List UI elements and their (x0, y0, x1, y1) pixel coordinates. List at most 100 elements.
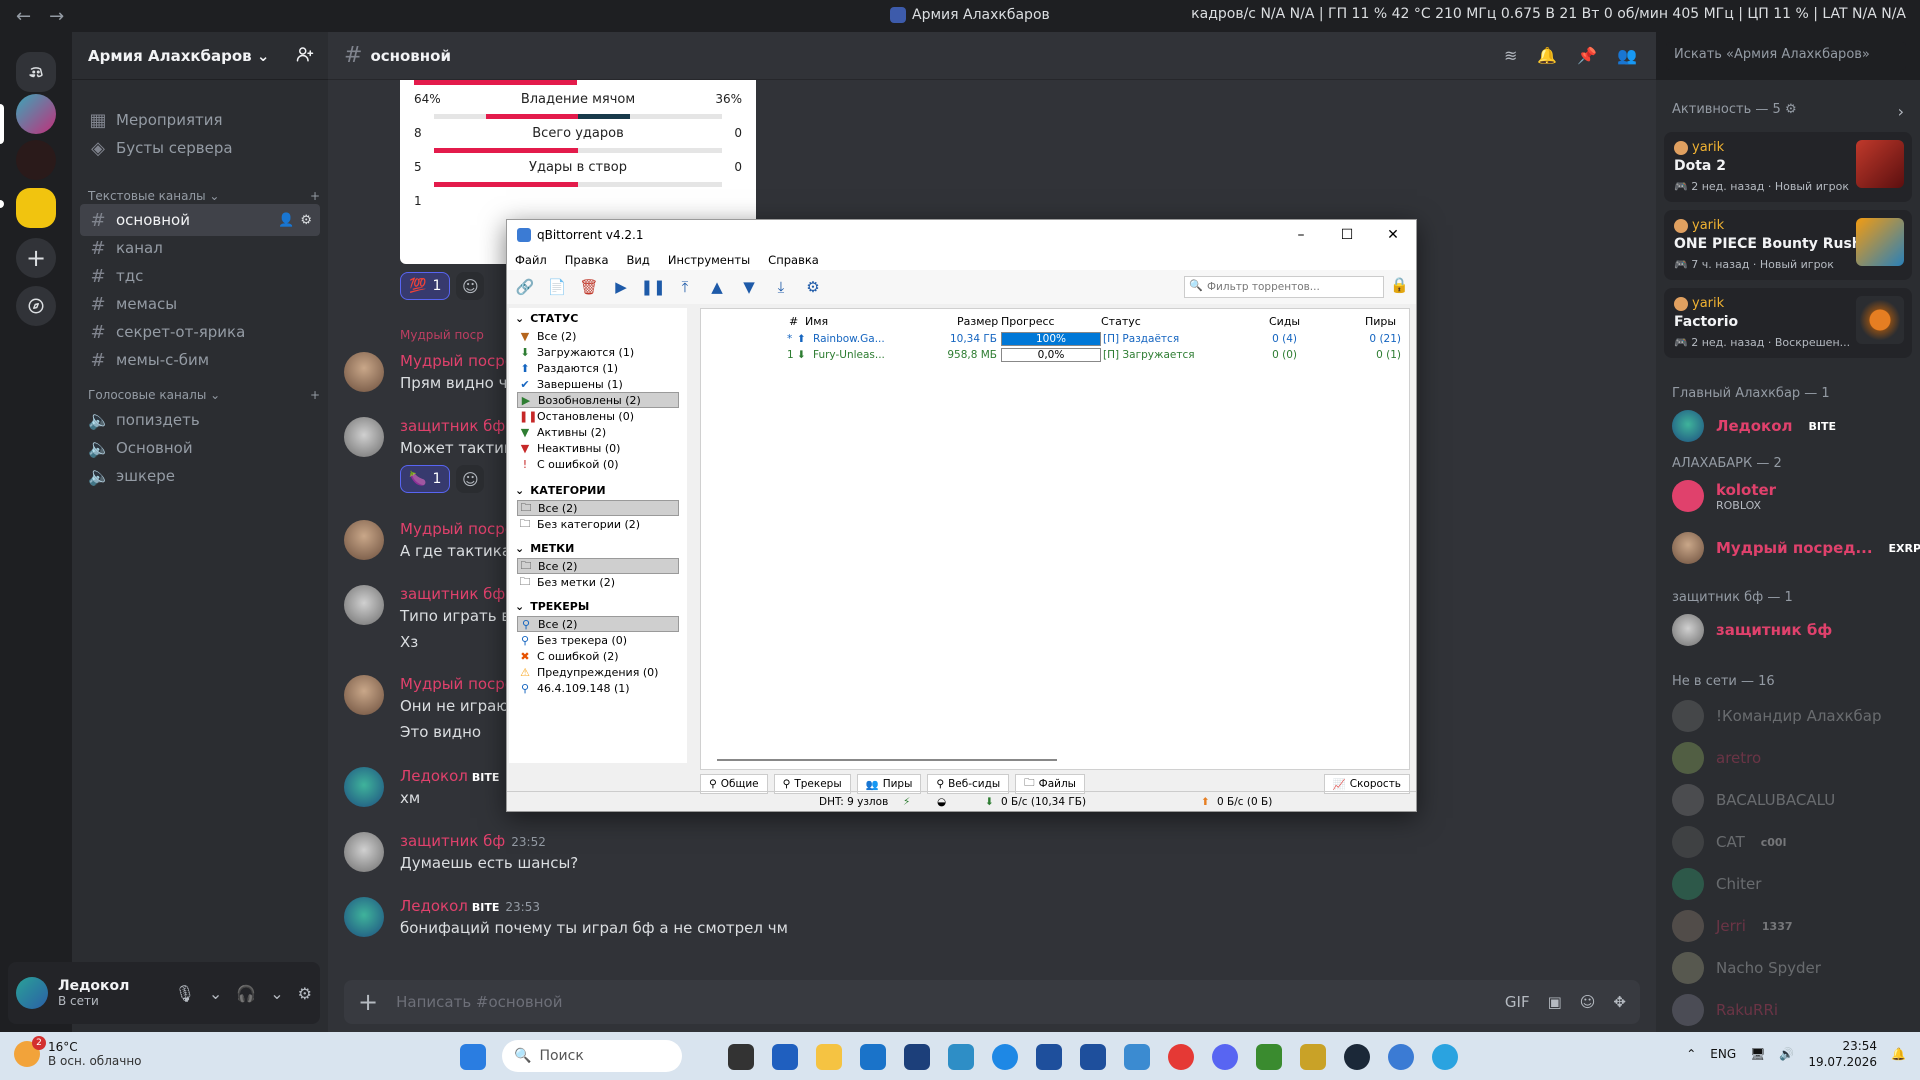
move-top-icon[interactable]: ⤒ (675, 277, 695, 297)
horizontal-scrollbar[interactable] (717, 759, 1057, 761)
apps-icon[interactable]: ✥ (1613, 993, 1626, 1011)
maximize-icon[interactable]: ☐ (1324, 220, 1370, 250)
qbt-titlebar[interactable]: qBittorrent v4.2.1 – ☐ ✕ (507, 220, 1416, 250)
server-header[interactable]: Армия Алахкбаров ⌄ (72, 32, 328, 80)
add-torrent-file-icon[interactable]: 📄 (547, 277, 567, 297)
column-header-num[interactable]: # (789, 315, 798, 328)
attach-plus-icon[interactable]: + (358, 988, 378, 1016)
steam-icon[interactable] (1344, 1044, 1370, 1070)
column-header-size[interactable]: Размер (957, 315, 998, 328)
avatar[interactable] (344, 675, 384, 715)
search-input[interactable]: Искать «Армия Алахкбаров» (1666, 42, 1906, 70)
column-header-seeds[interactable]: Сиды (1269, 315, 1300, 328)
add-link-icon[interactable]: 🔗 (515, 277, 535, 297)
bell-icon[interactable]: 🔔 (1537, 46, 1557, 65)
lock-icon[interactable]: 🔒 (1390, 276, 1412, 298)
filter-inactive[interactable]: ▼ Неактивны (0) (517, 440, 679, 456)
invite-people-icon[interactable] (296, 45, 314, 67)
member-item[interactable]: Chiter (1672, 868, 1761, 900)
voice-channel-3[interactable]: 🔈 эшкере (80, 460, 320, 492)
activity-card[interactable]: yarik Dota 2 🎮 2 нед. назад · Новый игро… (1664, 132, 1912, 202)
avatar[interactable] (344, 352, 384, 392)
filter-no-tag[interactable]: 🗀 Без метки (2) (517, 574, 679, 590)
menu-view[interactable]: Вид (627, 253, 650, 267)
filter-tracker-warning[interactable]: ⚠ Предупреждения (0) (517, 664, 679, 680)
back-arrow-icon[interactable]: ← (16, 6, 31, 27)
notifications-icon[interactable]: 🔔 (1891, 1047, 1906, 1061)
avatar[interactable] (344, 417, 384, 457)
filter-completed[interactable]: ✔ Завершены (1) (517, 376, 679, 392)
server-avatar-2[interactable] (16, 140, 56, 180)
app-icon[interactable] (948, 1044, 974, 1070)
menu-file[interactable]: Файл (515, 253, 547, 267)
server-avatar-army[interactable] (16, 94, 56, 134)
gear-icon[interactable]: ⚙ (300, 213, 312, 228)
chevron-up-icon[interactable]: ⌃ (1686, 1047, 1696, 1061)
app-icon[interactable] (1124, 1044, 1150, 1070)
author-name[interactable]: защитник бф (400, 417, 505, 435)
add-reaction-icon[interactable]: ☺ (456, 272, 485, 300)
options-gear-icon[interactable]: ⚙ (803, 277, 823, 297)
forward-arrow-icon[interactable]: → (49, 6, 64, 27)
windows-start-icon[interactable] (460, 1044, 486, 1070)
gear-icon[interactable]: ⚙ (298, 984, 312, 1003)
minimize-icon[interactable]: – (1278, 220, 1324, 250)
tags-header[interactable]: ⌄ МЕТКИ (515, 542, 574, 555)
filter-status-all[interactable]: ▼ Все (2) (517, 328, 679, 344)
volume-icon[interactable]: 🔊 (1779, 1047, 1794, 1061)
avatar[interactable] (344, 585, 384, 625)
language-indicator[interactable]: ENG (1710, 1047, 1736, 1061)
task-view-icon[interactable] (728, 1044, 754, 1070)
close-icon[interactable]: ✕ (1370, 220, 1416, 250)
reaction[interactable]: 🍆 1 (400, 465, 451, 493)
trackers-header[interactable]: ⌄ ТРЕКЕРЫ (515, 600, 589, 613)
threads-icon[interactable]: ≋ (1504, 46, 1517, 65)
member-item[interactable]: защитник бф (1672, 614, 1832, 646)
chevron-down-icon[interactable]: ⌄ (270, 984, 283, 1003)
yandex-icon[interactable] (1168, 1044, 1194, 1070)
activity-card[interactable]: yarik ONE PIECE Bounty Rush 🎮 7 ч. назад… (1664, 210, 1912, 280)
gear-icon[interactable]: ⚙ (1785, 102, 1797, 117)
explorer-icon[interactable] (816, 1044, 842, 1070)
member-item[interactable]: Мудрый посред... EXRP (1672, 532, 1920, 564)
explore-servers-icon[interactable] (16, 286, 56, 326)
connection-icon[interactable]: ⚡ (903, 796, 910, 808)
column-header-name[interactable]: Имя (805, 315, 828, 328)
filter-downloading[interactable]: ⬇ Загружаются (1) (517, 344, 679, 360)
filter-trackerless[interactable]: ⚲ Без трекера (0) (517, 632, 679, 648)
move-bottom-icon[interactable]: ⤓ (771, 277, 791, 297)
categories-header[interactable]: ⌄ КАТЕГОРИИ (515, 484, 606, 497)
download-speed[interactable]: 0 Б/с (10,34 ГБ) (1001, 796, 1086, 808)
text-channels-category[interactable]: Текстовые каналы ⌄ + (88, 189, 320, 203)
pause-icon[interactable]: ❚❚ (640, 277, 665, 297)
chevron-right-icon[interactable]: › (1898, 102, 1904, 121)
member-item[interactable]: CAT c00l (1672, 826, 1786, 858)
column-header-peers[interactable]: Пиры (1365, 315, 1396, 328)
author-name[interactable]: Ледокол BITE 23:53 (400, 897, 540, 915)
app-icon[interactable] (1300, 1044, 1326, 1070)
add-reaction-icon[interactable]: ☺ (456, 465, 485, 493)
message-input[interactable]: Написать #основной (396, 993, 562, 1011)
torrent-filter-input[interactable]: Фильтр торрентов... (1184, 276, 1384, 298)
weather-widget[interactable]: 2 16°C В осн. облачно (14, 1036, 142, 1068)
invite-icon[interactable]: 👤 (278, 213, 294, 228)
avatar[interactable] (344, 520, 384, 560)
taskbar-search[interactable]: 🔍 Поиск (502, 1040, 682, 1072)
avatar[interactable] (16, 977, 48, 1009)
alt-speed-icon[interactable]: ◒ (937, 796, 946, 808)
member-item[interactable]: Nacho Spyder (1672, 952, 1821, 984)
filter-resumed[interactable]: ▶ Возобновлены (2) (517, 392, 679, 408)
menu-edit[interactable]: Правка (565, 253, 609, 267)
reaction[interactable]: 💯 1 (400, 272, 451, 300)
add-channel-icon[interactable]: + (310, 388, 320, 402)
outlook-icon[interactable] (860, 1044, 886, 1070)
gif-icon[interactable]: GIF (1505, 993, 1530, 1011)
headphones-icon[interactable]: 🎧 (236, 984, 256, 1003)
avatar[interactable] (344, 832, 384, 872)
filter-tag-all[interactable]: 🗀 Все (2) (517, 558, 679, 574)
member-item[interactable]: RakuRRi (1672, 994, 1778, 1026)
menu-help[interactable]: Справка (768, 253, 819, 267)
status-header[interactable]: ⌄ СТАТУС (515, 312, 578, 325)
edge-icon[interactable] (992, 1044, 1018, 1070)
discord-home-icon[interactable] (16, 52, 56, 92)
